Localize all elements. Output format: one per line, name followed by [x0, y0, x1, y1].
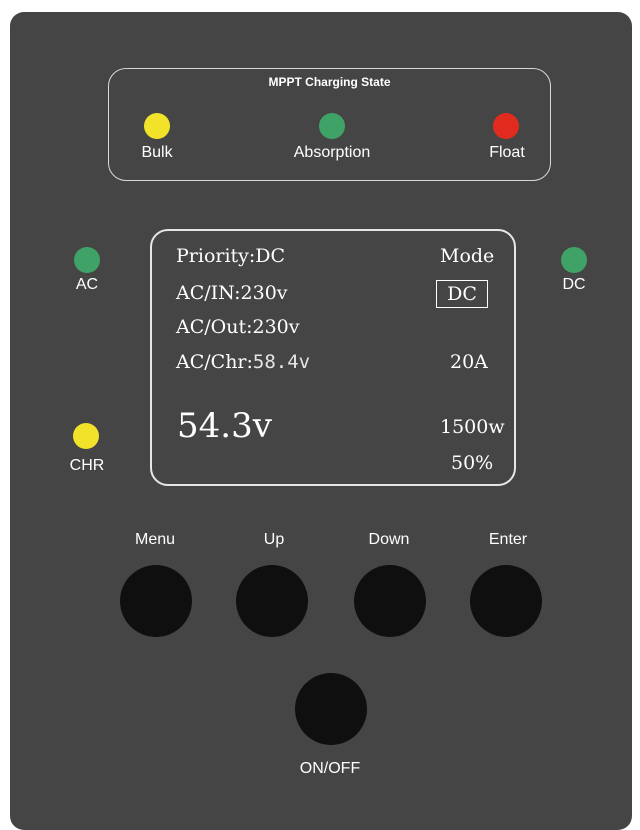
priority-text: Priority:DC [176, 245, 286, 267]
onoff-label: ON/OFF [299, 760, 361, 777]
dc-led [561, 247, 587, 273]
enter-label: Enter [488, 531, 528, 548]
absorption-led [319, 113, 345, 139]
ac-led [74, 247, 100, 273]
ac-out-text: AC/Out:230v [176, 316, 300, 338]
float-label: Float [489, 144, 525, 161]
chr-label: CHR [69, 457, 105, 474]
down-label: Down [368, 531, 410, 548]
menu-label: Menu [134, 531, 176, 548]
ac-chr-value: 58.4v [252, 351, 311, 373]
bulk-led [144, 113, 170, 139]
chr-led [73, 423, 99, 449]
ac-chr-label: AC/Chr: [176, 351, 253, 373]
ac-in-text: AC/IN:230v [176, 282, 288, 304]
up-button[interactable] [236, 565, 308, 637]
ac-label: AC [75, 276, 99, 293]
absorption-label: Absorption [293, 144, 371, 161]
up-label: Up [263, 531, 285, 548]
down-button[interactable] [354, 565, 426, 637]
float-led [493, 113, 519, 139]
current-text: 20A [450, 351, 488, 373]
mode-value: DC [436, 280, 488, 308]
percent-text: 50% [451, 452, 494, 474]
voltage-text: 54.3v [177, 406, 272, 446]
ac-chr-text: AC/Chr:58.4v [176, 351, 310, 373]
dc-label: DC [562, 276, 586, 293]
onoff-button[interactable] [295, 673, 367, 745]
enter-button[interactable] [470, 565, 542, 637]
power-text: 1500w [440, 416, 505, 438]
charging-state-title: MPPT Charging State [268, 75, 391, 89]
mode-label: Mode [440, 245, 495, 267]
menu-button[interactable] [120, 565, 192, 637]
bulk-label: Bulk [141, 144, 173, 161]
